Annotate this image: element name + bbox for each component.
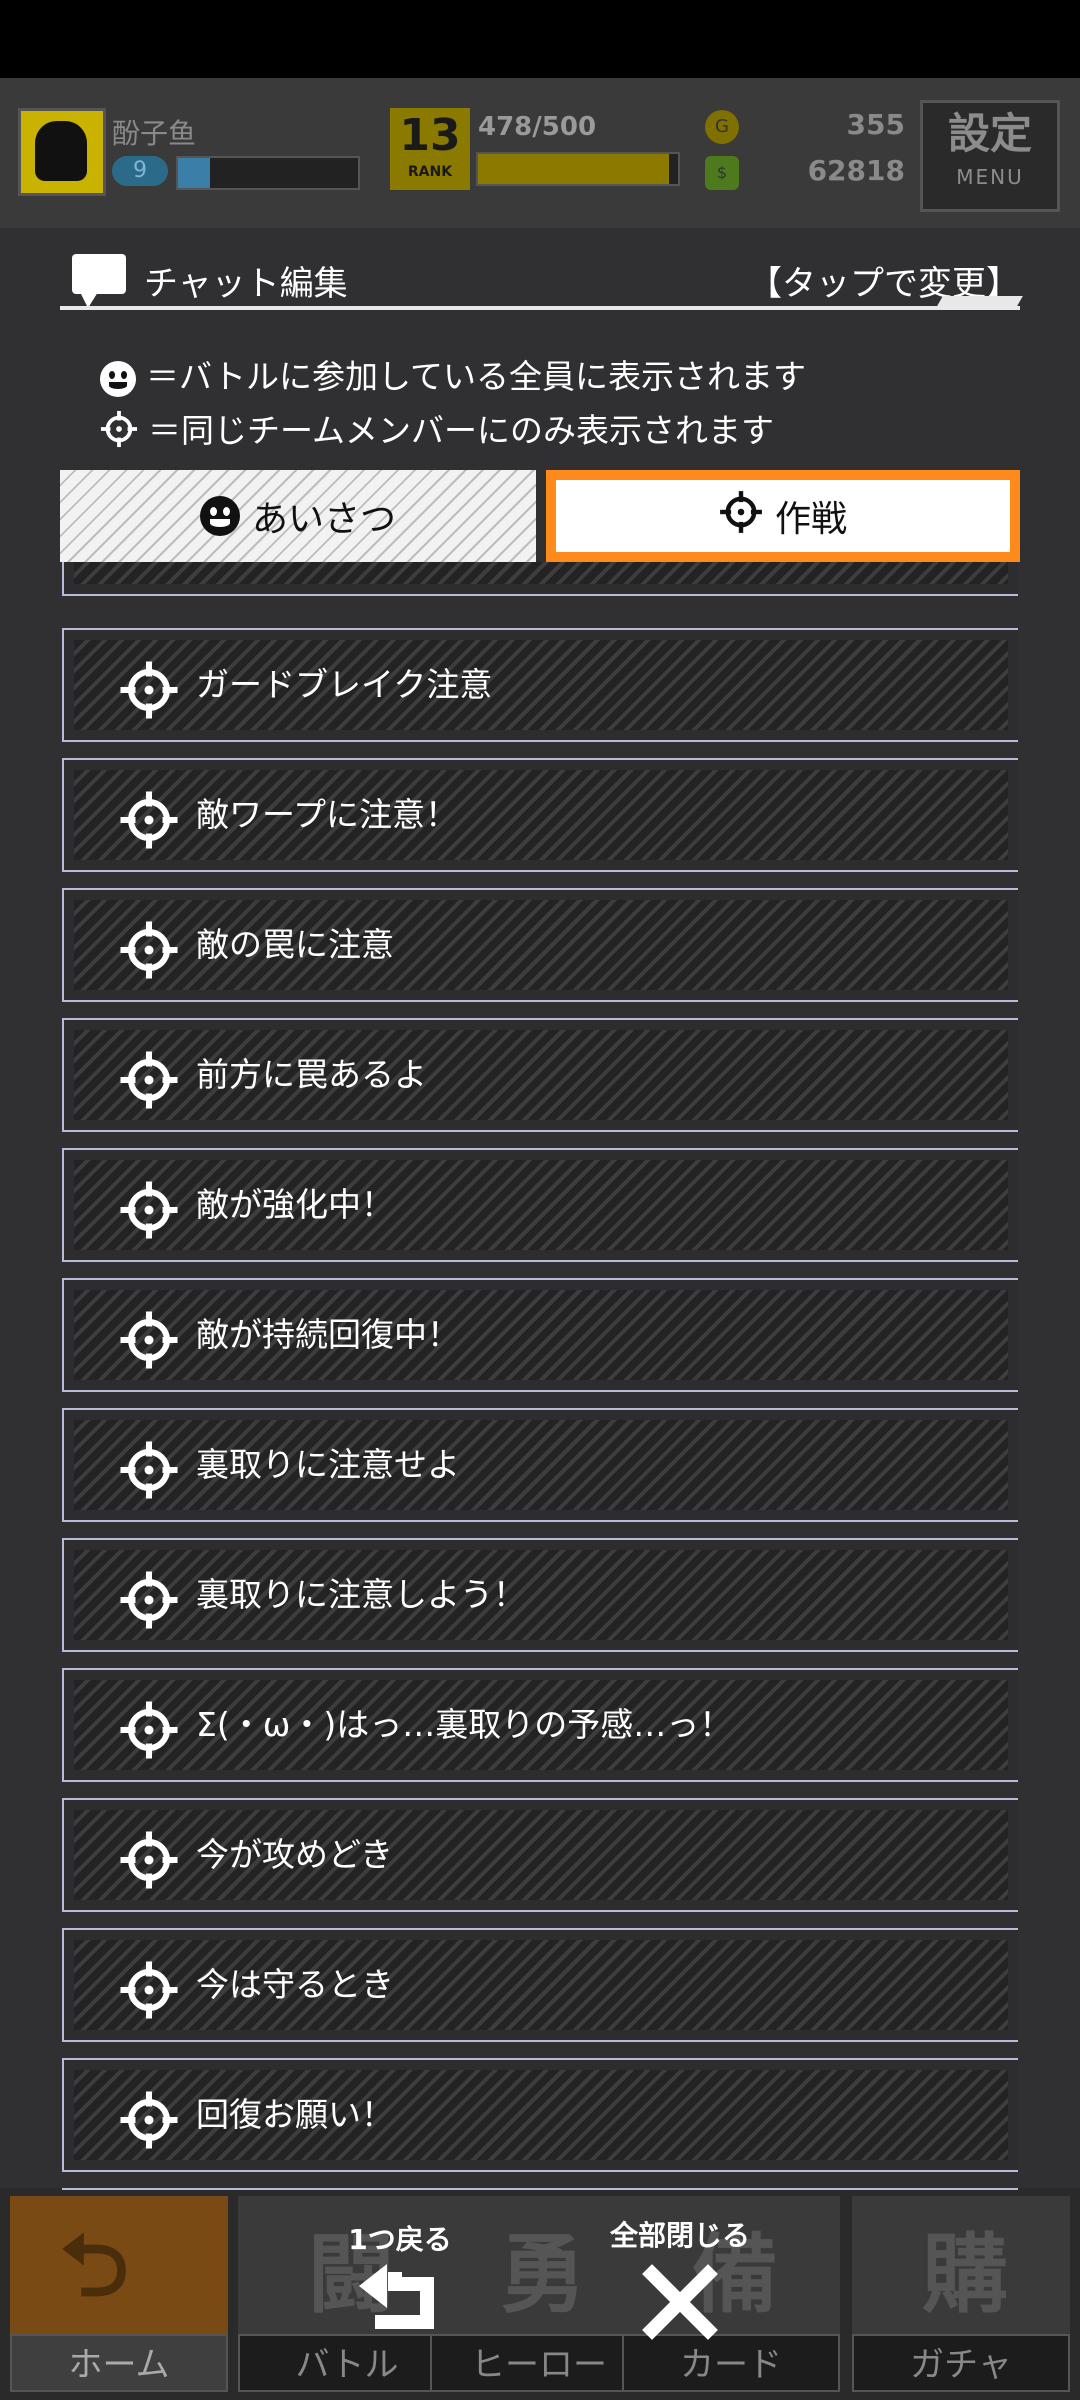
- coin-icon: G: [705, 110, 739, 144]
- chat-message-item[interactable]: ガードブレイク注意: [62, 628, 1018, 742]
- crosshair-icon: [119, 1830, 179, 1894]
- stamina-text: 478/500: [478, 112, 597, 142]
- chat-message-item[interactable]: 敵の罠に注意: [62, 888, 1018, 1002]
- experience-bar: [176, 156, 360, 190]
- crosshair-icon: [119, 1050, 179, 1114]
- back-one-label: 1つ戻る: [348, 2223, 452, 2256]
- tab-greeting[interactable]: あいさつ: [60, 470, 536, 562]
- chat-message-item[interactable]: Σ(・ω・)はっ…裏取りの予感…っ！: [62, 1668, 1018, 1782]
- chat-message-item[interactable]: 今は守るとき: [62, 1928, 1018, 2042]
- chat-message-text: 敵が持続回復中！: [196, 1315, 460, 1354]
- chat-message-item[interactable]: 裏取りに注意しよう！: [62, 1538, 1018, 1652]
- chat-message-item[interactable]: 敵が持続回復中！: [62, 1278, 1018, 1392]
- tab-greeting-label: あいさつ: [251, 499, 396, 540]
- chat-message-text: 今は守るとき: [196, 1965, 394, 2004]
- game-header: 酚子鱼 9 13 RANK 478/500 G $ 355 62818 設定 M…: [0, 78, 1080, 228]
- chat-message-item-partial[interactable]: [62, 562, 1018, 596]
- smiley-icon: [199, 496, 240, 536]
- crosshair-icon: [100, 410, 138, 456]
- crosshair-icon: [119, 1570, 179, 1634]
- back-arrow-icon: [359, 2264, 434, 2329]
- chat-message-item[interactable]: 敵が強化中！: [62, 1148, 1018, 1262]
- avatar[interactable]: [18, 108, 106, 196]
- nav-gacha[interactable]: 購 ガチャ: [852, 2196, 1070, 2392]
- chat-message-item[interactable]: 前方に罠あるよ: [62, 1018, 1018, 1132]
- status-bar: [0, 0, 1080, 78]
- title-underline: [60, 306, 1020, 310]
- menu-label: MENU: [956, 165, 1024, 189]
- chat-message-text: 回復お願い！: [196, 2095, 394, 2134]
- title-underline-accent: [937, 296, 1023, 306]
- rank-number: 13: [399, 110, 461, 161]
- hero-icon: 勇: [500, 2225, 586, 2325]
- chat-message-text: 裏取りに注意せよ: [196, 1445, 460, 1484]
- chat-message-item[interactable]: 回復お願い！: [62, 2058, 1018, 2172]
- nav-home-label: ホーム: [10, 2334, 228, 2392]
- crosshair-icon: [119, 1960, 179, 2024]
- smiley-icon: [100, 360, 136, 397]
- legend-all: ＝バトルに参加している全員に表示されます: [100, 350, 806, 398]
- crosshair-icon: [119, 1700, 179, 1764]
- chat-bubble-icon: [72, 254, 126, 308]
- close-icon: [642, 2264, 718, 2340]
- chat-message-text: 今が攻めどき: [196, 1835, 394, 1874]
- chat-tabs: あいさつ 作戦: [60, 470, 1020, 584]
- rank-label: RANK: [407, 164, 453, 180]
- chat-message-text: 敵ワープに注意！: [196, 795, 459, 834]
- tab-strategy-label: 作戦: [774, 499, 847, 540]
- legend-team-text: ＝同じチームメンバーにのみ表示されます: [148, 411, 775, 450]
- chat-message-text: Σ(・ω・)はっ…裏取りの予感…っ！: [196, 1705, 733, 1744]
- chat-message-text: 裏取りに注意しよう！: [196, 1575, 526, 1614]
- crosshair-icon: [119, 660, 179, 724]
- home-icon: ⮌: [60, 2216, 129, 2316]
- chat-message-item[interactable]: 敵ワープに注意！: [62, 758, 1018, 872]
- stamina-bar: [476, 152, 680, 186]
- tab-strategy[interactable]: 作戦: [546, 470, 1020, 584]
- level-badge: 9: [112, 156, 168, 186]
- gacha-icon: 購: [922, 2225, 1008, 2325]
- crosshair-icon: [119, 1310, 179, 1374]
- rank-badge: 13 RANK: [390, 108, 470, 190]
- crosshair-icon: [719, 490, 763, 543]
- close-all-button[interactable]: 全部閉じる: [590, 2214, 770, 2346]
- crosshair-icon: [119, 790, 179, 854]
- coin-count: 355: [846, 108, 905, 141]
- back-one-button[interactable]: 1つ戻る: [320, 2218, 480, 2348]
- chat-message-text: 前方に罠あるよ: [196, 1055, 427, 1094]
- cash-icon: $: [705, 156, 739, 190]
- crosshair-icon: [119, 1180, 179, 1244]
- legend-all-text: ＝バトルに参加している全員に表示されます: [146, 357, 806, 396]
- nav-home[interactable]: ⮌ ホーム: [10, 2196, 228, 2392]
- bottom-navigation: ⮌ ホーム 闘 バトル 勇 ヒーロー 備 カード 購 ガチャ 1つ戻る 全部閉じ…: [0, 2190, 1080, 2400]
- nav-gacha-label: ガチャ: [852, 2334, 1070, 2392]
- menu-button[interactable]: 設定 MENU: [920, 100, 1060, 212]
- chat-message-text: 敵が強化中！: [196, 1185, 394, 1224]
- crosshair-icon: [119, 920, 179, 984]
- cash-count: 62818: [807, 154, 905, 187]
- chat-message-text: 敵の罠に注意: [196, 925, 394, 964]
- player-name: 酚子鱼: [112, 117, 197, 150]
- crosshair-icon: [119, 2090, 179, 2154]
- chat-message-item[interactable]: 裏取りに注意せよ: [62, 1408, 1018, 1522]
- crosshair-icon: [119, 1440, 179, 1504]
- panel-title: チャット編集: [144, 264, 348, 304]
- chat-message-text: ガードブレイク注意: [196, 665, 493, 704]
- menu-kanji: 設定: [947, 109, 1032, 158]
- chat-message-item[interactable]: 今が攻めどき: [62, 1798, 1018, 1912]
- legend-team: ＝同じチームメンバーにのみ表示されます: [100, 404, 774, 456]
- close-all-label: 全部閉じる: [609, 2219, 750, 2252]
- chat-message-list[interactable]: ガードブレイク注意 敵ワープに注意！ 敵の罠に注意 前方に罠あるよ 敵が強化中！ 敵が持続…: [62, 562, 1018, 2190]
